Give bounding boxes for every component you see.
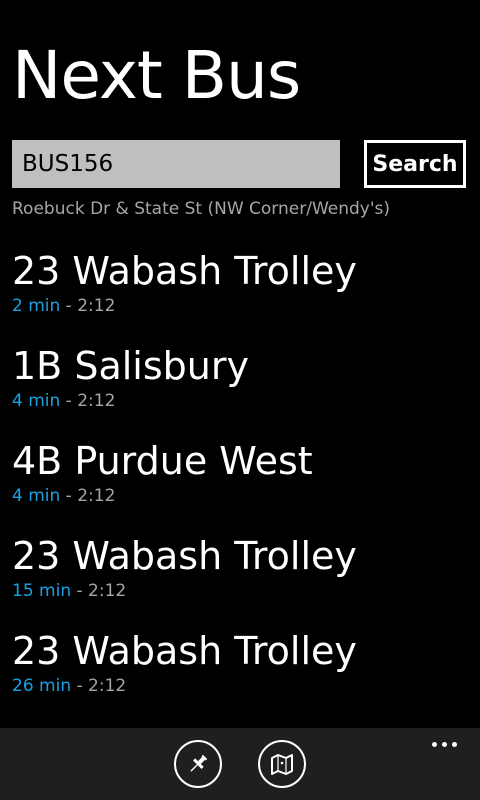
ellipsis-icon [452,742,457,747]
more-button[interactable] [424,734,466,754]
route-name: 23 Wabash Trolley [12,534,357,578]
route-name: 1B Salisbury [12,344,249,388]
pin-icon [190,754,208,772]
pin-button[interactable] [174,740,222,788]
scheduled-time: 2:12 [77,391,116,411]
arrival-time-line: 4 min - 2:12 [12,487,480,505]
eta: 2 min [12,296,61,316]
arrival-time-line: 4 min - 2:12 [12,392,480,410]
time-separator: - [60,296,78,316]
page-title: Next Bus [12,37,301,114]
scheduled-time: 2:12 [77,486,116,506]
time-separator: - [71,676,89,696]
search-bar: Search [12,140,466,188]
eta: 15 min [12,581,72,601]
scheduled-time: 2:12 [88,581,127,601]
stop-id-input[interactable] [12,140,340,188]
arrival-item[interactable]: 23 Wabash Trolley 26 min - 2:12 [0,625,480,720]
arrival-time-line: 15 min - 2:12 [12,582,480,600]
eta: 26 min [12,676,72,696]
eta: 4 min [12,391,61,411]
arrival-item[interactable]: 23 Wabash Trolley 15 min - 2:12 [0,530,480,625]
arrival-time-line: 2 min - 2:12 [12,297,480,315]
ellipsis-icon [432,742,437,747]
map-icon [271,754,293,775]
search-button[interactable]: Search [364,140,466,188]
route-name: 4B Purdue West [12,439,313,483]
ellipsis-icon [442,742,447,747]
time-separator: - [60,486,78,506]
route-name: 23 Wabash Trolley [12,249,357,293]
arrivals-list: 23 Wabash Trolley 2 min - 2:12 1B Salisb… [0,245,480,720]
time-separator: - [71,581,89,601]
arrival-item[interactable]: 23 Wabash Trolley 2 min - 2:12 [0,245,480,340]
scheduled-time: 2:12 [88,676,127,696]
arrival-item[interactable]: 1B Salisbury 4 min - 2:12 [0,340,480,435]
stop-name: Roebuck Dr & State St (NW Corner/Wendy's… [12,199,391,219]
app-bar [0,728,480,800]
eta: 4 min [12,486,61,506]
arrival-item[interactable]: 4B Purdue West 4 min - 2:12 [0,435,480,530]
time-separator: - [60,391,78,411]
arrival-time-line: 26 min - 2:12 [12,677,480,695]
scheduled-time: 2:12 [77,296,116,316]
route-name: 23 Wabash Trolley [12,629,357,673]
map-button[interactable] [258,740,306,788]
